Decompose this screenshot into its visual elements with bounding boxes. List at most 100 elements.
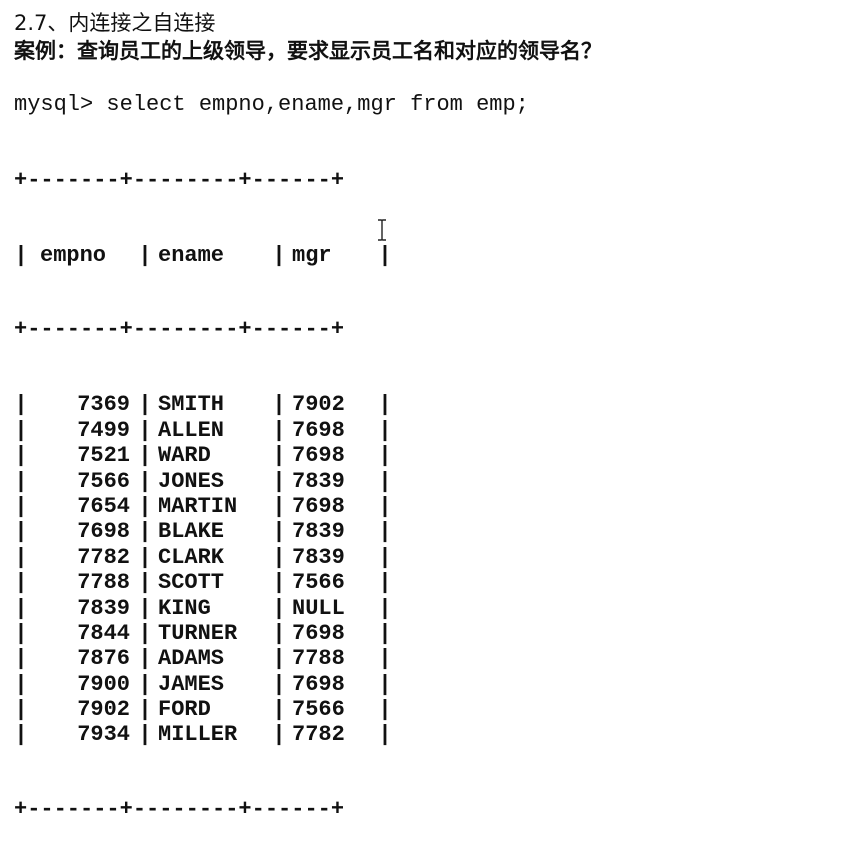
table-row: | 7902 | FORD | 7566 | — [14, 697, 392, 722]
column-divider: | — [378, 671, 392, 697]
cell-ename: ADAMS — [158, 646, 225, 672]
column-divider: | — [378, 443, 392, 469]
column-divider: | — [272, 417, 286, 443]
cell-ename: KING — [158, 595, 211, 621]
cell-mgr: 7566 — [292, 570, 345, 596]
column-divider: | — [272, 722, 286, 748]
result-table: +-------+--------+------+ | empno | ename | m… — [14, 119, 392, 847]
column-divider: | — [378, 697, 392, 723]
cell-ename: SMITH — [158, 392, 225, 418]
cell-ename: FORD — [158, 697, 211, 723]
column-divider: | — [272, 493, 286, 519]
table-row: | 7782 | CLARK | 7839 | — [14, 545, 392, 570]
column-divider: | — [378, 544, 392, 570]
cell-empno: 7566 — [77, 468, 130, 494]
column-divider: | — [378, 722, 392, 748]
cell-mgr: NULL — [292, 595, 345, 621]
cell-ename: BLAKE — [158, 519, 225, 545]
column-divider: | — [378, 468, 392, 494]
column-divider: | — [272, 544, 286, 570]
cell-empno: 7698 — [77, 519, 130, 545]
column-divider: | — [272, 519, 286, 545]
column-divider: | — [14, 519, 28, 545]
column-divider: | — [138, 544, 152, 570]
cell-mgr: 7698 — [292, 493, 345, 519]
column-divider: | — [138, 468, 152, 494]
column-divider: | — [14, 468, 28, 494]
column-divider: | — [378, 570, 392, 596]
cell-empno: 7902 — [77, 697, 130, 723]
cell-empno: 7876 — [77, 646, 130, 672]
table-border-header: +-------+--------+------+ — [14, 317, 345, 343]
column-divider: | — [138, 697, 152, 723]
cell-empno: 7499 — [77, 417, 130, 443]
column-divider: | — [378, 243, 392, 268]
cell-ename: SCOTT — [158, 570, 225, 596]
column-divider: | — [272, 620, 286, 646]
cell-mgr: 7839 — [292, 468, 345, 494]
table-row: | 7900 | JAMES | 7698 | — [14, 672, 392, 697]
table-row: | 7499 | ALLEN | 7698 | — [14, 418, 392, 443]
column-divider: | — [272, 570, 286, 596]
column-divider: | — [138, 646, 152, 672]
table-row: | 7369 | SMITH | 7902 | — [14, 392, 392, 417]
column-divider: | — [14, 570, 28, 596]
column-divider: | — [138, 620, 152, 646]
table-row: | 7844 | TURNER | 7698 | — [14, 621, 392, 646]
cell-empno: 7369 — [77, 392, 130, 418]
column-divider: | — [138, 595, 152, 621]
column-divider: | — [378, 417, 392, 443]
cell-empno: 7788 — [77, 570, 130, 596]
header-mgr: mgr — [292, 243, 332, 268]
column-divider: | — [14, 697, 28, 723]
column-divider: | — [14, 417, 28, 443]
cell-ename: MILLER — [158, 722, 238, 748]
cell-mgr: 7698 — [292, 443, 345, 469]
column-divider: | — [14, 620, 28, 646]
column-divider: | — [14, 722, 28, 748]
cell-mgr: 7839 — [292, 519, 345, 545]
column-divider: | — [14, 243, 28, 268]
cell-mgr: 7788 — [292, 646, 345, 672]
column-divider: | — [138, 417, 152, 443]
cell-empno: 7839 — [77, 595, 130, 621]
cell-ename: ALLEN — [158, 417, 225, 443]
table-body: | 7369 | SMITH | 7902 | | 7499 | ALLEN | 7698 | | 7521 |… — [14, 392, 392, 747]
cell-mgr: 7698 — [292, 671, 345, 697]
column-divider: | — [378, 620, 392, 646]
table-border-top: +-------+--------+------+ — [14, 168, 345, 193]
column-divider: | — [14, 392, 28, 418]
table-row: | 7566 | JONES | 7839 | — [14, 469, 392, 494]
column-divider: | — [138, 443, 152, 469]
cell-ename: CLARK — [158, 544, 225, 570]
table-row: | 7521 | WARD | 7698 | — [14, 443, 392, 468]
column-divider: | — [14, 646, 28, 672]
cell-mgr: 7839 — [292, 544, 345, 570]
column-divider: | — [138, 671, 152, 697]
cell-empno: 7782 — [77, 544, 130, 570]
column-divider: | — [272, 243, 286, 268]
cell-ename: JAMES — [158, 671, 225, 697]
section-title: 2.7、内连接之自连接 — [14, 11, 216, 35]
column-divider: | — [378, 519, 392, 545]
cell-mgr: 7698 — [292, 417, 345, 443]
header-empno: empno — [40, 243, 107, 268]
cell-empno: 7934 — [77, 722, 130, 748]
column-divider: | — [138, 570, 152, 596]
table-row: | 7934 | MILLER | 7782 | — [14, 722, 392, 747]
cell-mgr: 7566 — [292, 697, 345, 723]
column-divider: | — [378, 392, 392, 418]
column-divider: | — [138, 392, 152, 418]
cell-ename: WARD — [158, 443, 211, 469]
column-divider: | — [14, 544, 28, 570]
cell-empno: 7654 — [77, 493, 130, 519]
text-cursor-icon — [378, 219, 386, 241]
column-divider: | — [14, 443, 28, 469]
cell-ename: TURNER — [158, 620, 238, 646]
table-row: | 7698 | BLAKE | 7839 | — [14, 519, 392, 544]
table-header-row: | empno | ename | mgr | — [14, 243, 392, 268]
column-divider: | — [272, 671, 286, 697]
cell-ename: MARTIN — [158, 493, 238, 519]
column-divider: | — [138, 493, 152, 519]
column-divider: | — [138, 722, 152, 748]
